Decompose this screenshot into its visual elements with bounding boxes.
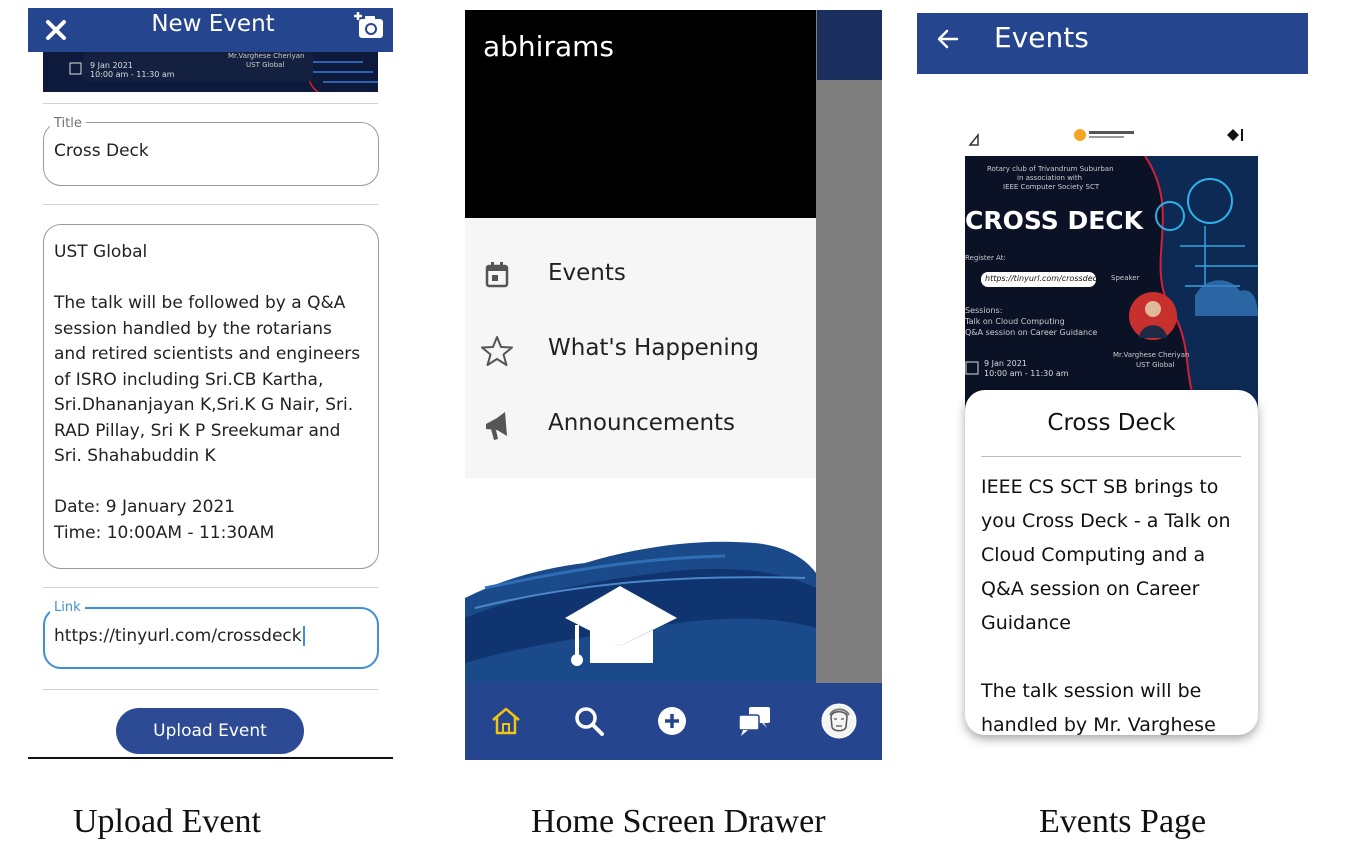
text-cursor [302,626,305,646]
search-icon[interactable] [573,705,605,737]
poster-org-line3: IEEE Computer Society SCT [1003,183,1100,191]
scrim[interactable] [816,80,882,683]
divider [43,103,378,104]
divider [43,689,378,690]
drawer-menu: Events What's Happening Announcements [465,218,816,478]
app-bar-behind [817,10,882,80]
divider [981,456,1241,457]
banner-speaker: Mr.Varghese Cheriyan [228,52,305,60]
drawer-item-label: Announcements [548,410,736,436]
poster-session2: Q&A session on Career Guidance [965,328,1098,337]
link-value-text: https://tinyurl.com/crossdeck [54,626,302,646]
poster-register-url: https://tinyurl.com/crossdeck [985,274,1102,283]
caption-events-page: Events Page [1039,803,1207,840]
poster-title: CROSS DECK [965,206,1143,235]
event-banner-image[interactable]: 9 Jan 2021 10:00 am - 11:30 am Mr.Varghe… [43,52,378,92]
star-icon [481,335,513,367]
banner-date: 9 Jan 2021 [90,61,133,70]
chat-icon[interactable] [737,703,773,739]
back-arrow-icon[interactable] [935,26,961,52]
drawer-item-label: What's Happening [548,335,759,361]
poster-logos-strip [965,123,1258,156]
drawer-item-label: Events [548,260,626,286]
title-field-value: Cross Deck [54,141,149,161]
poster-speaker-label: Speaker [1111,274,1140,282]
poster-session1: Talk on Cloud Computing [965,317,1065,326]
drawer-item-announcements[interactable]: Announcements [465,388,816,462]
poster-date: 9 Jan 2021 [984,359,1027,368]
add-photo-icon[interactable] [354,10,386,42]
drawer-header: abhirams [465,10,816,218]
banner-org: UST Global [246,61,285,69]
profile-avatar-icon[interactable] [821,703,857,739]
poster-sessions-label: Sessions: [965,306,1003,315]
screen-bottom-edge [28,757,393,759]
poster-register-label: Register At: [965,254,1006,262]
title-field-label: Title [50,116,86,131]
event-card-title: Cross Deck [1047,410,1176,436]
drawer-item-whats-happening[interactable]: What's Happening [465,313,816,387]
divider [43,587,378,588]
home-icon[interactable] [490,705,522,737]
upload-event-button[interactable]: Upload Event [116,708,304,754]
bottom-navigation [465,683,882,760]
banner-time: 10:00 am - 11:30 am [90,70,175,79]
app-bar: Events [917,13,1308,74]
drawer-item-events[interactable]: Events [465,238,816,312]
link-field-label: Link [50,600,85,615]
poster-time: 10:00 am - 11:30 am [984,369,1069,378]
caption-upload-event: Upload Event [73,803,261,840]
link-field-value: https://tinyurl.com/crossdeck [54,626,305,646]
page-title: Events [994,21,1089,54]
poster-speaker-name: Mr.Varghese Cheriyan [1113,351,1190,359]
poster-speaker-org: UST Global [1136,361,1175,369]
divider [43,204,378,205]
username: abhirams [483,30,614,63]
event-detail-card[interactable]: Cross Deck IEEE CS SCT SB brings to you … [965,390,1258,735]
page-title: New Event [151,11,275,37]
events-page-screen: Events Rotary club of Trivandrum Suburba… [917,13,1308,763]
event-card-body: IEEE CS SCT SB brings to you Cross Deck … [981,476,1231,735]
poster-org-line1: Rotary club of Trivandrum Suburban [987,165,1114,173]
calendar-icon [484,261,510,289]
megaphone-icon [483,410,513,442]
navigation-drawer: abhirams Events What's Happening Announc… [465,10,816,700]
brush-graduation-image [465,478,816,683]
description-field-value: UST Global The talk will be followed by … [54,242,361,543]
app-bar: New Event [28,8,393,52]
poster-org-line2: in association with [1017,174,1083,182]
home-drawer-screen: abhirams Events What's Happening Announc… [465,10,882,760]
upload-event-screen: New Event 9 Jan 2021 10:00 am - 11:30 am… [28,8,393,760]
add-circle-icon[interactable] [656,705,688,737]
event-poster-image[interactable]: Rotary club of Trivandrum Suburban in as… [965,156,1258,416]
close-icon[interactable] [44,16,68,44]
caption-home-drawer: Home Screen Drawer [531,803,826,840]
